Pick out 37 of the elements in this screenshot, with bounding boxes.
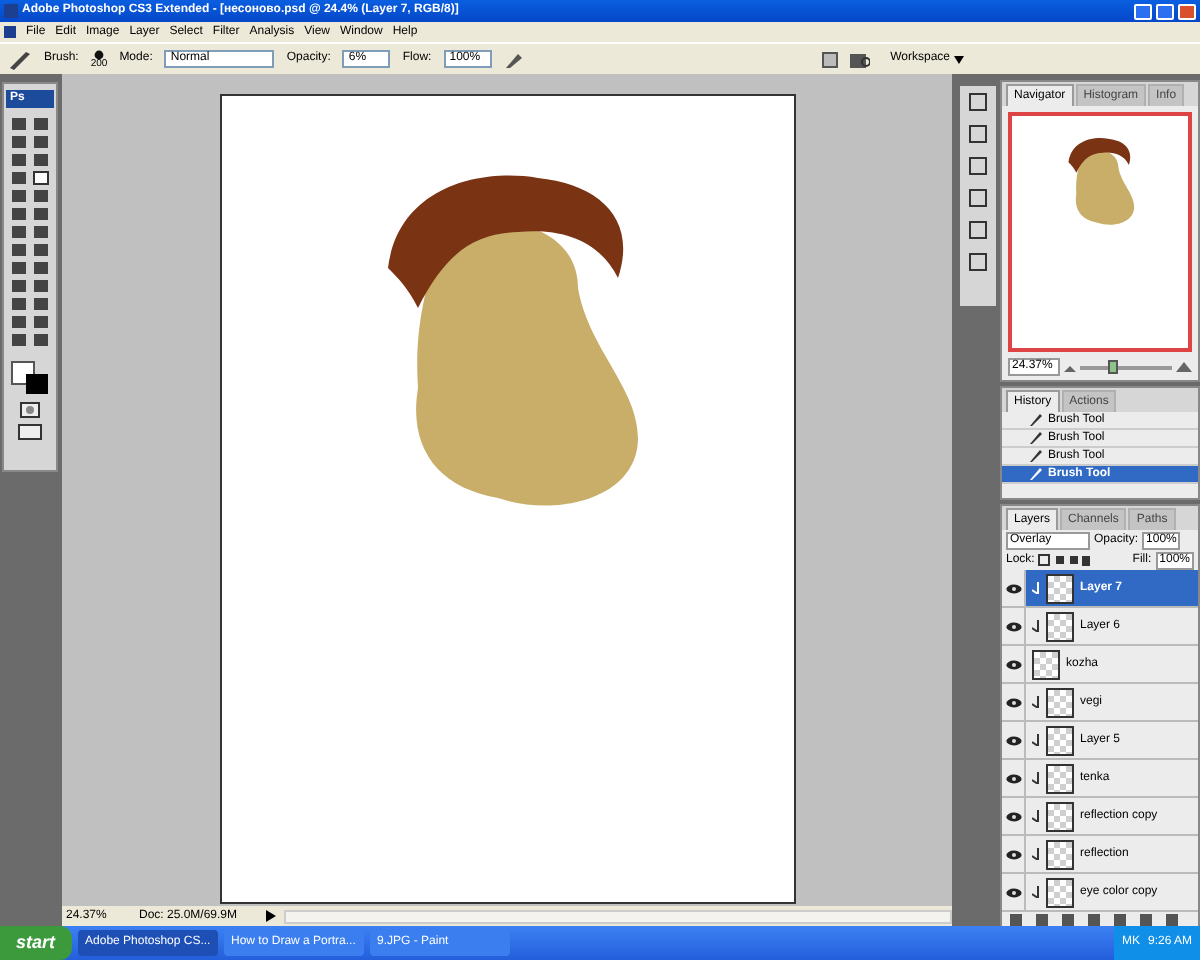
eye-icon[interactable] [1005,811,1021,821]
zoom-in-icon[interactable] [1176,362,1192,372]
screen-mode-icon[interactable] [18,424,42,440]
airbrush-icon[interactable] [503,49,524,69]
zoom-out-icon[interactable] [1064,363,1076,371]
minimize-button[interactable] [1134,3,1152,19]
start-button[interactable]: start [0,926,72,960]
layer-thumbnail [1032,649,1060,679]
maximize-button[interactable] [1156,3,1174,19]
brush-icon[interactable] [8,49,32,69]
brush-tip-icon[interactable] [94,49,105,59]
layer-thumbnail [1046,839,1074,869]
close-button[interactable] [1178,3,1196,19]
app-icon [4,4,18,18]
horizontal-scrollbar[interactable] [284,909,952,923]
eye-icon[interactable] [1005,659,1021,669]
layer-thumbnail [1046,877,1074,907]
eye-icon[interactable] [1005,773,1021,783]
caret-icon [954,55,964,63]
layer-thumbnail [1046,687,1074,717]
lock-options-icon[interactable] [1038,554,1091,566]
color-swatches-icon[interactable] [10,360,50,396]
play-icon[interactable] [266,910,276,922]
eye-icon[interactable] [1005,887,1021,897]
eye-icon[interactable] [1005,583,1021,593]
zoom-slider-thumb[interactable] [1108,359,1119,373]
eye-icon[interactable] [1005,621,1021,631]
layer-thumbnail [1046,611,1074,641]
layer-thumbnail [1046,725,1074,755]
quick-mask-icon[interactable] [20,402,40,418]
eye-icon[interactable] [1005,735,1021,745]
eye-icon[interactable] [1005,697,1021,707]
layer-thumbnail [1046,573,1074,603]
ps-icon [4,26,16,38]
eye-icon[interactable] [1005,849,1021,859]
layer-thumbnail [1046,763,1074,793]
layer-thumbnail [1046,801,1074,831]
